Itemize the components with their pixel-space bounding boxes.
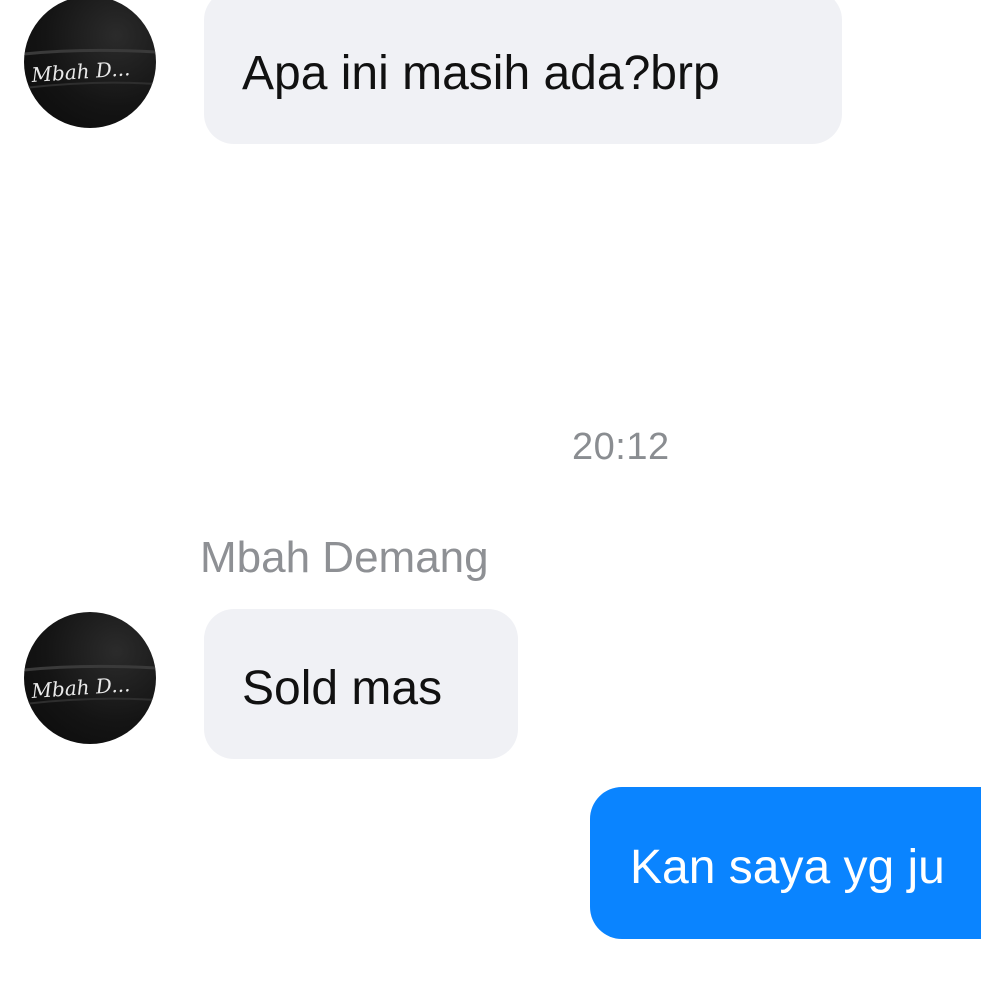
avatar[interactable]: Mbah D... (24, 0, 156, 128)
message-text: Kan saya yg ju (630, 841, 945, 894)
avatar-logo-icon: Mbah D... (24, 48, 156, 89)
message-bubble-outgoing[interactable]: Kan saya yg ju (590, 787, 981, 939)
message-bubble-incoming[interactable]: Apa ini masih ada?brp (204, 0, 842, 144)
sender-name: Mbah Demang (200, 533, 489, 582)
message-text: Apa ini masih ada?brp (242, 47, 720, 100)
message-text: Sold mas (242, 662, 443, 715)
message-bubble-incoming[interactable]: Sold mas (204, 609, 518, 759)
avatar[interactable]: Mbah D... (24, 612, 156, 744)
chat-thread: Mbah D... Apa ini masih ada?brp 20:12 Mb… (0, 0, 981, 981)
message-timestamp: 20:12 (572, 426, 670, 468)
avatar-logo-icon: Mbah D... (24, 664, 156, 705)
